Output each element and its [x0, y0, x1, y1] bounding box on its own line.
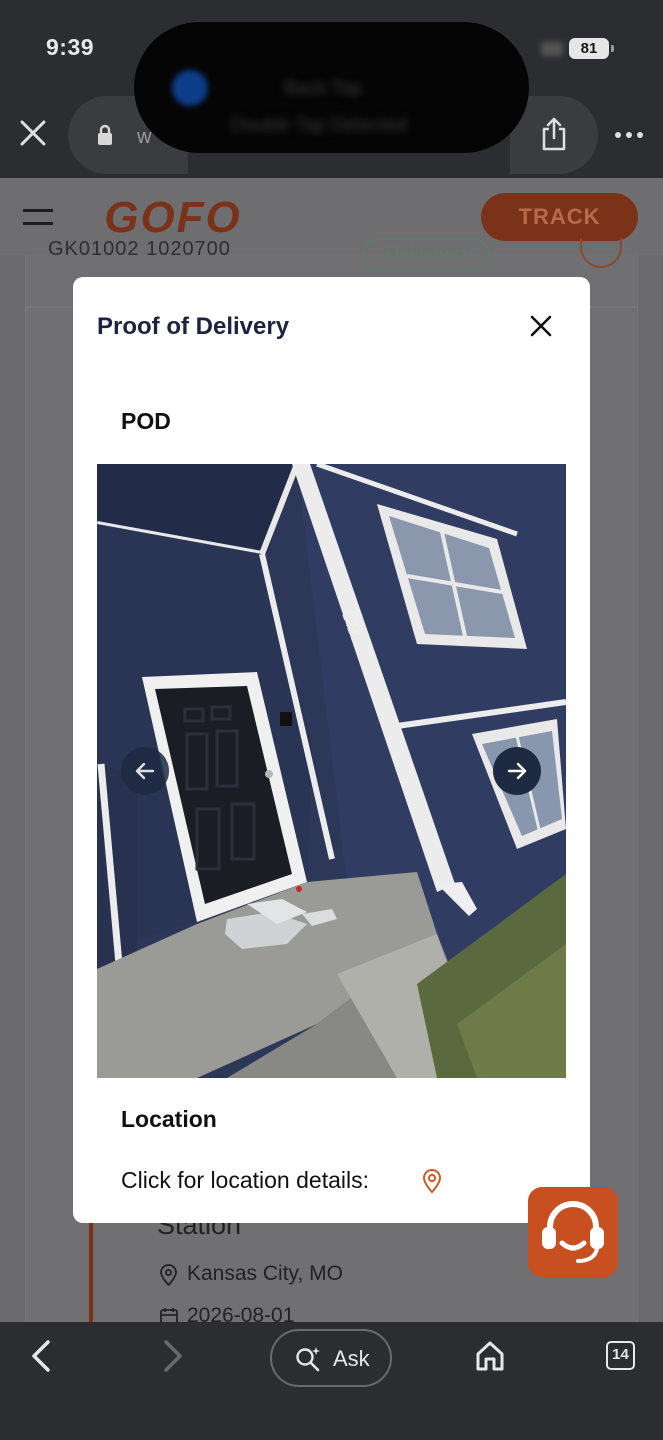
map-pin-icon	[160, 1264, 177, 1286]
battery-indicator: 81	[569, 38, 614, 59]
track-button[interactable]: TRACK	[481, 193, 638, 241]
timeline-line	[89, 1222, 93, 1322]
lock-icon	[98, 124, 112, 145]
dynamic-island-notification: Back Tap Double Tap Detected	[134, 22, 529, 153]
location-details-label: Click for location details:	[121, 1167, 369, 1193]
menu-icon[interactable]	[23, 209, 53, 225]
modal-title: Proof of Delivery	[97, 313, 290, 340]
chevron-right-icon[interactable]	[158, 1338, 186, 1374]
tracking-number: GK01002 1020700	[48, 238, 231, 260]
pod-heading: POD	[121, 408, 171, 434]
headset-icon	[542, 1201, 604, 1263]
more-icon[interactable]	[614, 130, 644, 140]
share-icon[interactable]	[540, 116, 568, 152]
ask-button[interactable]: Ask	[270, 1329, 392, 1387]
previous-photo-button[interactable]	[121, 747, 169, 795]
customer-support-button[interactable]	[528, 1187, 618, 1277]
accessibility-icon	[172, 70, 208, 106]
arrow-left-icon	[135, 762, 155, 780]
svg-text:GOFO: GOFO	[104, 195, 242, 239]
signal-indicator	[541, 42, 563, 56]
ask-label: Ask	[333, 1346, 370, 1371]
home-icon[interactable]	[474, 1339, 506, 1373]
status-time: 9:39	[46, 34, 95, 60]
timeline-city: Kansas City, MO	[187, 1262, 343, 1285]
location-heading: Location	[121, 1106, 217, 1132]
status-badge: Delivered	[362, 238, 490, 272]
close-icon[interactable]	[528, 313, 554, 339]
delivery-photo[interactable]: 1414	[97, 464, 566, 1078]
proof-of-delivery-modal: Proof of Delivery POD 1414 Location Clic…	[73, 277, 590, 1223]
arrow-right-icon	[507, 762, 527, 780]
map-pin-icon[interactable]	[421, 1168, 443, 1194]
close-icon[interactable]	[18, 118, 48, 148]
island-subtitle: Double Tap Detected	[230, 115, 408, 136]
tabs-count-button[interactable]: 14	[606, 1341, 635, 1370]
ask-search-sparkle-icon	[296, 1347, 320, 1372]
next-photo-button[interactable]	[493, 747, 541, 795]
island-title: Back Tap	[284, 78, 362, 99]
chevron-left-icon[interactable]	[28, 1338, 56, 1374]
brand-logo[interactable]: GOFO	[73, 195, 273, 239]
